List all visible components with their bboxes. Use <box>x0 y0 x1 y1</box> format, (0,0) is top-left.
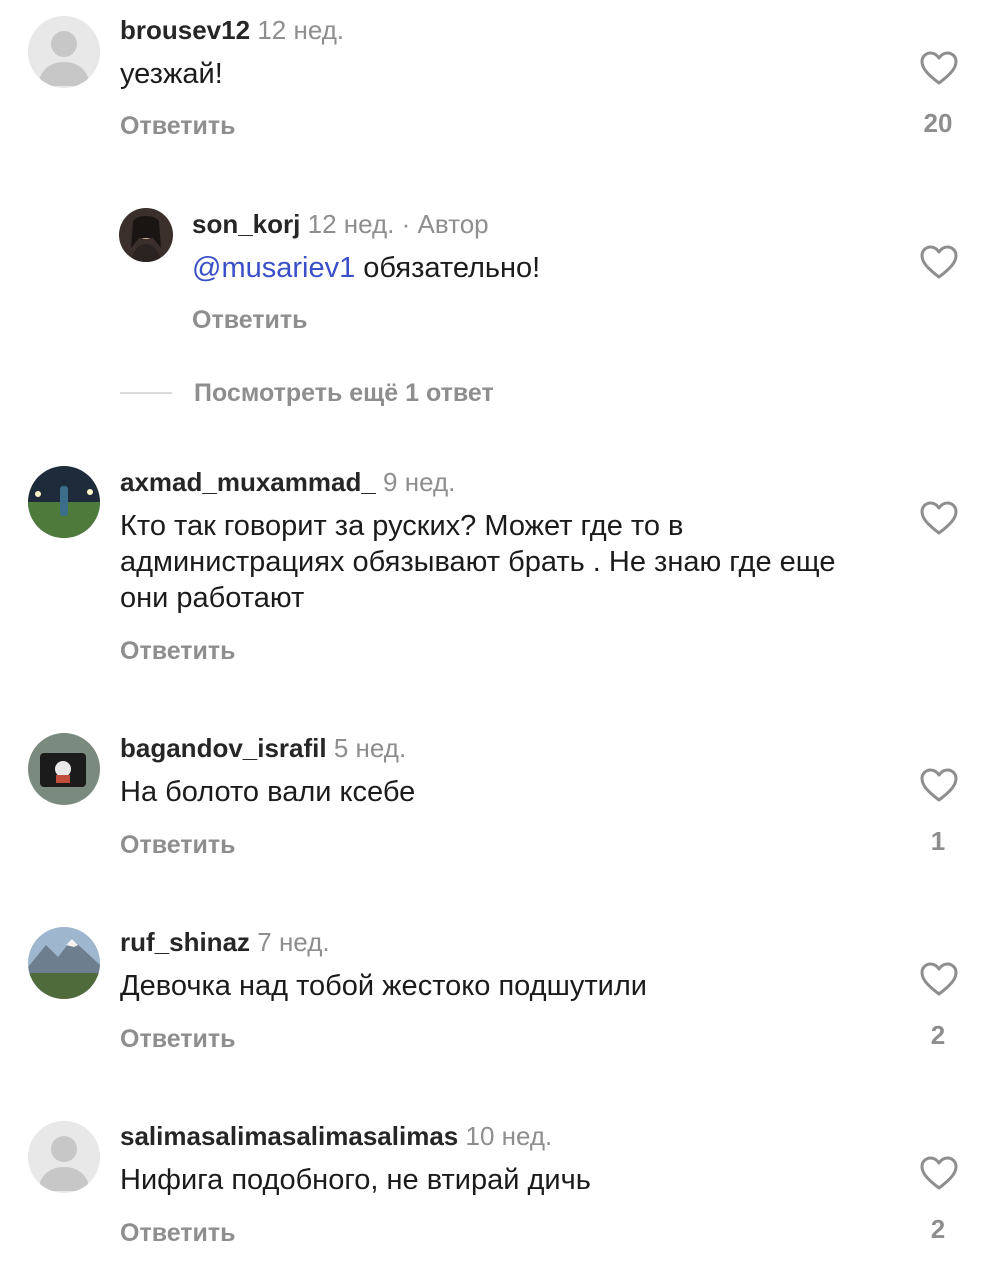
comment-meta: salimasalimasalimasalimas 10 нед. <box>120 1120 552 1152</box>
user-photo-avatar[interactable] <box>28 466 100 538</box>
comment-time: 7 нед. <box>257 927 330 957</box>
comment-body: обязательно! <box>355 252 541 284</box>
heart-icon[interactable] <box>919 1155 959 1191</box>
view-more-replies-button[interactable]: Посмотреть ещё 1 ответ <box>120 376 494 410</box>
reply-button[interactable]: Ответить <box>120 1219 236 1248</box>
username[interactable]: son_korj <box>192 209 300 239</box>
username[interactable]: brousev12 <box>120 15 250 45</box>
comment-time: 5 нед. <box>333 733 407 763</box>
comment-meta: son_korj 12 нед. · Автор <box>192 208 489 240</box>
comment-time: 12 нед. <box>257 15 345 45</box>
comment-text: уезжай! <box>120 58 223 90</box>
mention-link[interactable]: @musariev1 <box>192 252 355 284</box>
heart-icon[interactable] <box>919 500 959 536</box>
user-photo-avatar[interactable] <box>28 927 100 999</box>
author-badge: · Автор <box>401 209 489 239</box>
username[interactable]: salimasalimasalimasalimas <box>120 1121 458 1151</box>
view-more-label: Посмотреть ещё 1 ответ <box>194 378 494 407</box>
comment-meta: brousev12 12 нед. <box>120 14 344 46</box>
default-avatar-icon[interactable] <box>28 16 100 88</box>
user-photo-avatar[interactable] <box>28 733 100 805</box>
comment-text: @musariev1 обязательно! <box>192 250 952 286</box>
comment-text: Нифига подобного, не втирай дичь <box>120 1164 591 1196</box>
comment-time: 12 нед. <box>307 209 395 239</box>
like-count: 2 <box>930 1214 946 1244</box>
comment-text: Кто так говорит за руских? Может где то … <box>120 510 836 614</box>
like-count: 20 <box>923 108 953 138</box>
heart-icon[interactable] <box>919 50 959 86</box>
comment-meta: axmad_muxammad_ 9 нед. <box>120 466 455 498</box>
divider-line <box>120 392 172 394</box>
comment-time: 9 нед. <box>383 467 456 497</box>
reply-button[interactable]: Ответить <box>120 1025 236 1054</box>
heart-icon[interactable] <box>919 767 959 803</box>
reply-button[interactable]: Ответить <box>120 831 236 860</box>
heart-icon[interactable] <box>919 961 959 997</box>
reply-button[interactable]: Ответить <box>192 306 308 335</box>
comment-text: На болото вали ксебе <box>120 776 416 808</box>
comment-text: Девочка над тобой жестоко подшутили <box>120 970 647 1002</box>
heart-icon[interactable] <box>919 244 959 280</box>
like-count: 2 <box>930 1020 946 1050</box>
comment-time: 10 нед. <box>465 1121 553 1151</box>
comment-meta: ruf_shinaz 7 нед. <box>120 926 330 958</box>
username[interactable]: ruf_shinaz <box>120 927 250 957</box>
username[interactable]: axmad_muxammad_ <box>120 467 376 497</box>
default-avatar-icon[interactable] <box>28 1121 100 1193</box>
reply-button[interactable]: Ответить <box>120 637 236 666</box>
comment-meta: bagandov_israfil 5 нед. <box>120 732 406 764</box>
like-count: 1 <box>930 826 946 856</box>
user-photo-avatar[interactable] <box>119 208 173 262</box>
username[interactable]: bagandov_israfil <box>120 733 327 763</box>
reply-button[interactable]: Ответить <box>120 112 236 141</box>
